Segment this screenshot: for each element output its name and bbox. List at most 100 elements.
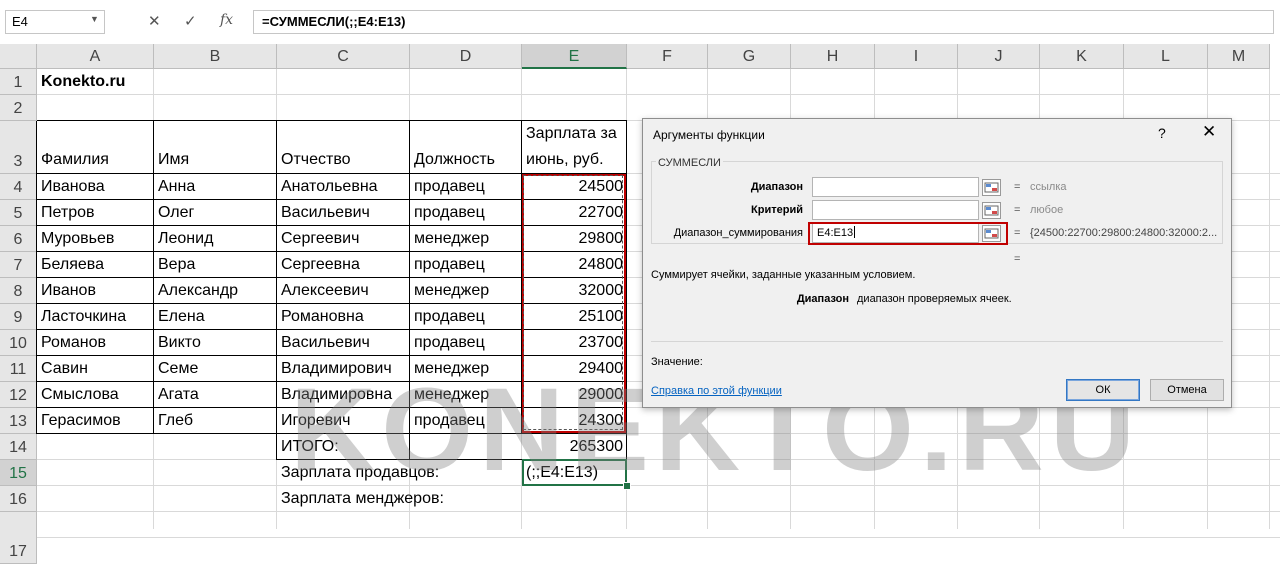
cell-a1-title[interactable]: Konekto.ru: [37, 71, 154, 93]
row-header-11[interactable]: 11: [0, 356, 37, 382]
column-header-b[interactable]: B: [154, 44, 277, 69]
cell-name[interactable]: Елена: [154, 306, 277, 328]
column-header-i[interactable]: I: [875, 44, 958, 69]
cell-position[interactable]: менеджер: [410, 358, 522, 380]
collapse-dialog-icon[interactable]: [982, 179, 1001, 196]
cell-name[interactable]: Викто: [154, 332, 277, 354]
cancel-formula-icon[interactable]: ✕: [148, 12, 161, 30]
cell-position[interactable]: продавец: [410, 332, 522, 354]
header-salary-line2[interactable]: июнь, руб.: [522, 149, 627, 171]
cell-surname[interactable]: Беляева: [37, 254, 154, 276]
cell-position[interactable]: менеджер: [410, 228, 522, 250]
active-cell-e15[interactable]: [522, 459, 627, 486]
cell-surname[interactable]: Иванов: [37, 280, 154, 302]
cell-patronymic[interactable]: Сергеевна: [277, 254, 410, 276]
cell-position[interactable]: продавец: [410, 176, 522, 198]
cell-patronymic[interactable]: Игоревич: [277, 410, 410, 432]
column-header-d[interactable]: D: [410, 44, 522, 69]
cell-managers-label[interactable]: Зарплата менджеров:: [277, 488, 522, 510]
arg-input-range[interactable]: [812, 177, 979, 197]
cell-position[interactable]: менеджер: [410, 384, 522, 406]
cell-surname[interactable]: Петров: [37, 202, 154, 224]
cell-surname[interactable]: Савин: [37, 358, 154, 380]
cell-name[interactable]: Леонид: [154, 228, 277, 250]
cell-name[interactable]: Семе: [154, 358, 277, 380]
arg-label-range: Диапазон: [750, 181, 803, 193]
cell-patronymic[interactable]: Романовна: [277, 306, 410, 328]
cell-surname[interactable]: Романов: [37, 332, 154, 354]
close-icon[interactable]: ✕: [1202, 122, 1216, 142]
fill-handle[interactable]: [623, 482, 631, 490]
cell-name[interactable]: Олег: [154, 202, 277, 224]
cell-patronymic[interactable]: Алексеевич: [277, 280, 410, 302]
cell-patronymic[interactable]: Анатольевна: [277, 176, 410, 198]
cell-total-value[interactable]: 265300: [522, 436, 627, 458]
insert-function-icon[interactable]: fx: [220, 12, 233, 28]
cell-position[interactable]: продавец: [410, 306, 522, 328]
row-header-16[interactable]: 16: [0, 486, 37, 512]
row-header-17[interactable]: 17: [0, 512, 37, 564]
column-header-a[interactable]: A: [37, 44, 154, 69]
row-header-10[interactable]: 10: [0, 330, 37, 356]
row-header-14[interactable]: 14: [0, 434, 37, 460]
cell-position[interactable]: менеджер: [410, 280, 522, 302]
cell-total-label[interactable]: ИТОГО:: [277, 436, 410, 458]
header-salary-line1[interactable]: Зарплата за: [522, 123, 627, 145]
cell-surname[interactable]: Герасимов: [37, 410, 154, 432]
cell-name[interactable]: Агата: [154, 384, 277, 406]
row-header-13[interactable]: 13: [0, 408, 37, 434]
cell-surname[interactable]: Иванова: [37, 176, 154, 198]
row-header-7[interactable]: 7: [0, 252, 37, 278]
column-header-l[interactable]: L: [1124, 44, 1208, 69]
row-header-3[interactable]: 3: [0, 121, 37, 174]
cell-surname[interactable]: Смыслова: [37, 384, 154, 406]
row-header-9[interactable]: 9: [0, 304, 37, 330]
table-border: [409, 434, 410, 460]
cancel-button[interactable]: Отмена: [1150, 379, 1224, 401]
arg-input-criteria[interactable]: [812, 200, 979, 220]
row-header-6[interactable]: 6: [0, 226, 37, 252]
formula-input[interactable]: =СУММЕСЛИ(;;E4:E13): [253, 10, 1274, 34]
name-box-dropdown-icon[interactable]: ▼: [90, 14, 99, 24]
cell-name[interactable]: Глеб: [154, 410, 277, 432]
column-header-h[interactable]: H: [791, 44, 875, 69]
cell-patronymic[interactable]: Владимировна: [277, 384, 410, 406]
cell-position[interactable]: продавец: [410, 410, 522, 432]
row-header-12[interactable]: 12: [0, 382, 37, 408]
cell-sellers-label[interactable]: Зарплата продавцов:: [277, 462, 522, 484]
collapse-dialog-icon[interactable]: [982, 202, 1001, 219]
cell-position[interactable]: продавец: [410, 202, 522, 224]
cell-position[interactable]: продавец: [410, 254, 522, 276]
column-header-j[interactable]: J: [958, 44, 1040, 69]
ok-button[interactable]: ОК: [1066, 379, 1140, 401]
cell-surname[interactable]: Ласточкина: [37, 306, 154, 328]
column-header-f[interactable]: F: [627, 44, 708, 69]
cell-name[interactable]: Анна: [154, 176, 277, 198]
column-header-k[interactable]: K: [1040, 44, 1124, 69]
cell-name[interactable]: Вера: [154, 254, 277, 276]
help-link[interactable]: Справка по этой функции: [651, 385, 782, 397]
column-header-c[interactable]: C: [277, 44, 410, 69]
row-header-8[interactable]: 8: [0, 278, 37, 304]
row-header-4[interactable]: 4: [0, 174, 37, 200]
row-header-5[interactable]: 5: [0, 200, 37, 226]
cell-patronymic[interactable]: Васильевич: [277, 202, 410, 224]
column-header-m[interactable]: M: [1208, 44, 1270, 69]
row-header-2[interactable]: 2: [0, 95, 37, 121]
cell-patronymic[interactable]: Васильевич: [277, 332, 410, 354]
header-position[interactable]: Должность: [410, 149, 522, 171]
cell-name[interactable]: Александр: [154, 280, 277, 302]
row-header-15[interactable]: 15: [0, 460, 37, 486]
select-all-corner[interactable]: [0, 44, 37, 69]
cell-surname[interactable]: Муровьев: [37, 228, 154, 250]
header-surname[interactable]: Фамилия: [37, 149, 154, 171]
column-header-g[interactable]: G: [708, 44, 791, 69]
column-header-e[interactable]: E: [522, 44, 627, 69]
row-header-1[interactable]: 1: [0, 69, 37, 95]
header-patronymic[interactable]: Отчество: [277, 149, 410, 171]
enter-formula-icon[interactable]: ✓: [184, 12, 197, 30]
header-name[interactable]: Имя: [154, 149, 277, 171]
cell-patronymic[interactable]: Сергеевич: [277, 228, 410, 250]
cell-patronymic[interactable]: Владимирович: [277, 358, 410, 380]
help-icon[interactable]: ?: [1158, 125, 1166, 141]
